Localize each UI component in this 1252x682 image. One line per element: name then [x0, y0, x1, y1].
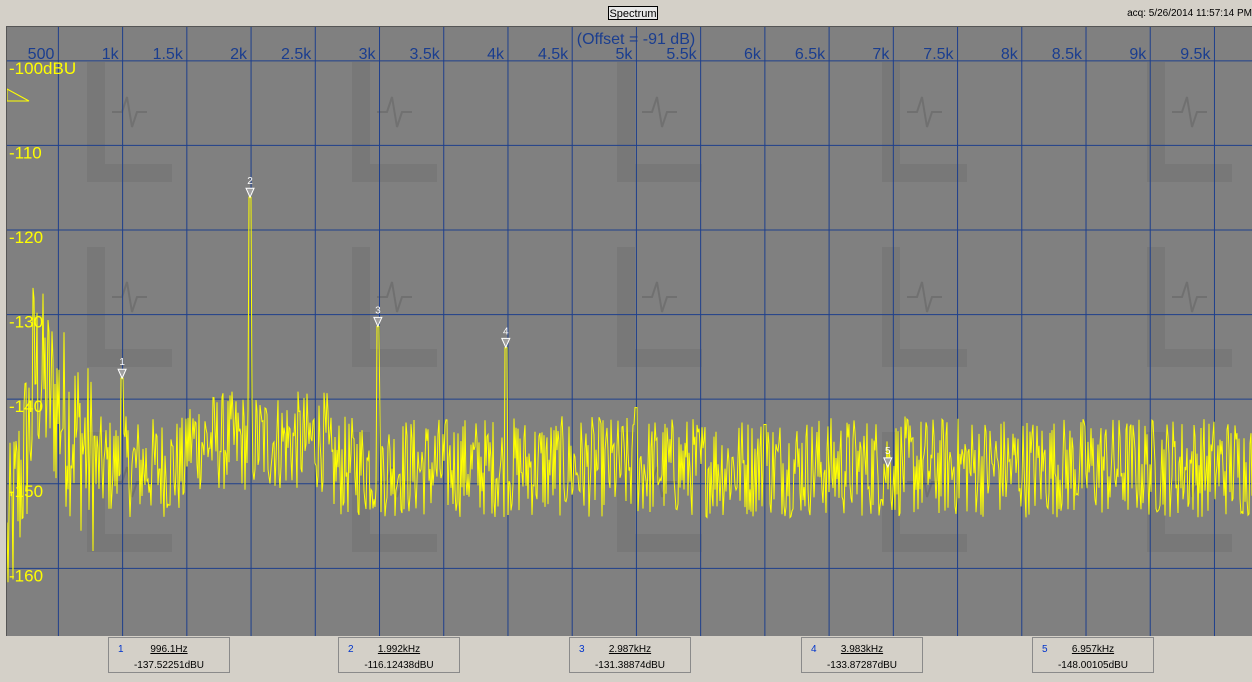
marker-frequency[interactable]: 1.992kHz	[339, 644, 459, 655]
y-tick-label: -100dBU	[9, 59, 76, 78]
y-tick-label: -160	[9, 566, 43, 585]
marker-readout-5[interactable]: 5 6.957kHz -148.00105dBU	[1032, 637, 1154, 673]
x-tick-label: 5.5k	[666, 46, 697, 63]
marker-number-label: 1	[119, 357, 125, 368]
acquisition-timestamp: acq: 5/26/2014 11:57:14 PM	[1127, 8, 1252, 19]
x-tick-label: 4k	[487, 46, 505, 63]
marker-readout-bar: 1 996.1Hz -137.52251dBU 2 1.992kHz -116.…	[0, 636, 1252, 682]
x-tick-label: 3k	[359, 46, 377, 63]
spectrum-plot[interactable]: 500 1k 1.5k 2k 2.5k 3k 3.5k 4k 4.5k 5k 5.5k 6k 6.5k 7…	[6, 26, 1252, 636]
spectrum-chart[interactable]: 500 1k 1.5k 2k 2.5k 3k 3.5k 4k 4.5k 5k 5.5k 6k 6.5k 7…	[7, 27, 1252, 636]
x-tick-label: 4.5k	[538, 46, 569, 63]
y-tick-label: -150	[9, 482, 43, 501]
y-tick-label: -130	[9, 313, 43, 332]
x-tick-label: 7k	[872, 46, 890, 63]
x-tick-label: 6.5k	[795, 46, 826, 63]
marker-number-label: 3	[375, 305, 381, 316]
marker-amplitude: -131.38874dBU	[594, 660, 666, 671]
x-tick-label: 3.5k	[409, 46, 440, 63]
marker-frequency[interactable]: 6.957kHz	[1033, 644, 1153, 655]
marker-amplitude: -116.12438dBU	[364, 660, 434, 671]
x-tick-label: 8.5k	[1052, 46, 1083, 63]
marker-number-label: 2	[247, 176, 253, 187]
marker-frequency[interactable]: 996.1Hz	[109, 644, 229, 655]
spectrum-title-button[interactable]: Spectrum	[608, 6, 658, 20]
marker-number-label: 5	[885, 446, 891, 457]
marker-amplitude: -137.52251dBU	[133, 660, 205, 671]
x-tick-label: 9.5k	[1180, 46, 1211, 63]
x-tick-label: 9k	[1129, 46, 1147, 63]
marker-number-label: 4	[503, 326, 509, 337]
marker-frequency[interactable]: 3.983kHz	[802, 644, 922, 655]
x-tick-label: 2k	[230, 46, 248, 63]
marker-readout-3[interactable]: 3 2.987kHz -131.38874dBU	[569, 637, 691, 673]
y-tick-label: -140	[9, 397, 43, 416]
y-tick-label: -120	[9, 228, 43, 247]
x-tick-label: 2.5k	[281, 46, 312, 63]
offset-label: (Offset = -91 dB)	[577, 31, 695, 48]
marker-amplitude: -148.00105dBU	[1057, 660, 1129, 671]
x-tick-label: 7.5k	[923, 46, 954, 63]
marker-frequency[interactable]: 2.987kHz	[570, 644, 690, 655]
top-bar: Spectrum acq: 5/26/2014 11:57:14 PM	[0, 0, 1252, 26]
x-tick-label: 6k	[744, 46, 762, 63]
x-tick-label: 1.5k	[153, 46, 184, 63]
x-tick-label: 1k	[102, 46, 120, 63]
y-tick-label: -110	[9, 143, 42, 162]
x-tick-label: 8k	[1001, 46, 1019, 63]
x-tick-label: 5k	[616, 46, 634, 63]
marker-readout-2[interactable]: 2 1.992kHz -116.12438dBU	[338, 637, 460, 673]
marker-readout-1[interactable]: 1 996.1Hz -137.52251dBU	[108, 637, 230, 673]
marker-readout-4[interactable]: 4 3.983kHz -133.87287dBU	[801, 637, 923, 673]
marker-amplitude: -133.87287dBU	[826, 660, 898, 671]
